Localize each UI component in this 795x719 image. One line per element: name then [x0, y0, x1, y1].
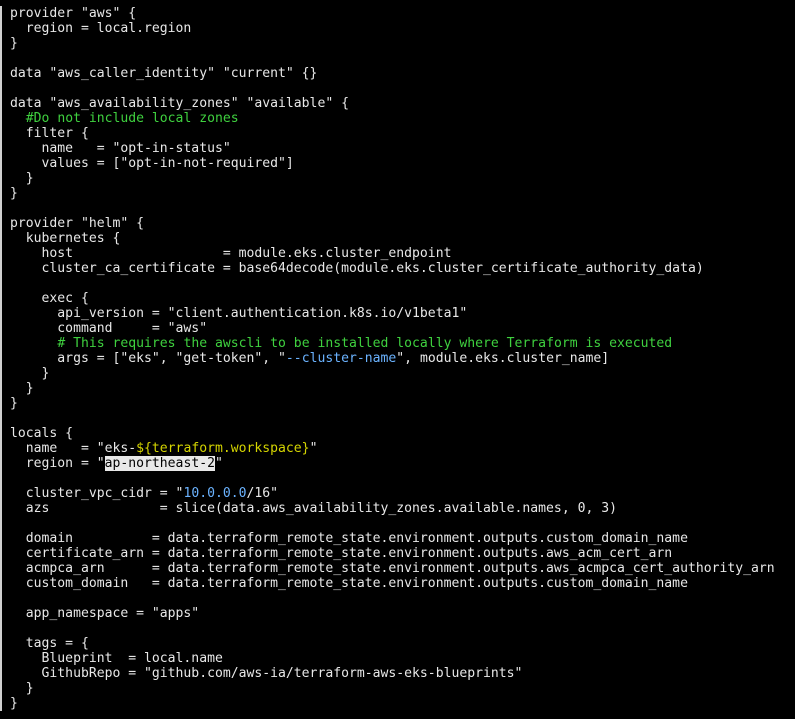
code-line[interactable]	[10, 81, 775, 96]
code-line[interactable]: domain = data.terraform_remote_state.env…	[10, 531, 775, 546]
code-token: values = ["opt-in-not-required"]	[10, 156, 294, 171]
code-token: locals {	[10, 426, 74, 441]
code-line[interactable]: name = "eks-${terraform.workspace}"	[10, 441, 775, 456]
code-token: api_version = "client.authentication.k8s…	[10, 306, 468, 321]
code-line[interactable]	[10, 516, 775, 531]
code-token-interp: ${terraform.workspace}	[136, 441, 310, 456]
code-line[interactable]	[10, 201, 775, 216]
code-line[interactable]: host = module.eks.cluster_endpoint	[10, 246, 775, 261]
code-token: Blueprint = local.name	[10, 651, 223, 666]
code-token: region = local.region	[10, 21, 192, 36]
code-token: data "aws_caller_identity" "current" {}	[10, 66, 318, 81]
code-line[interactable]: region = local.region	[10, 21, 775, 36]
code-token: azs = slice(data.aws_availability_zones.…	[10, 501, 617, 516]
code-token: }	[10, 366, 50, 381]
code-token-flag: --cluster-name	[285, 351, 397, 366]
code-line[interactable]: }	[10, 36, 775, 51]
code-token-comment: #Do not include local zones	[25, 111, 239, 126]
code-line[interactable]: }	[10, 171, 775, 186]
code-token: tags = {	[10, 636, 89, 651]
code-line[interactable]: }	[10, 381, 775, 396]
code-line[interactable]: filter {	[10, 126, 775, 141]
code-token: provider "helm" {	[10, 216, 145, 231]
code-line[interactable]: data "aws_caller_identity" "current" {}	[10, 66, 775, 81]
code-token: certificate_arn = data.terraform_remote_…	[10, 546, 673, 561]
text-cursor	[0, 6, 2, 711]
code-token: }	[10, 171, 34, 186]
code-token-selected: ap-northeast-2	[104, 456, 215, 471]
code-line[interactable]: }	[10, 696, 775, 711]
code-token: GithubRepo = "github.com/aws-ia/terrafor…	[10, 666, 523, 681]
code-token: "	[309, 441, 318, 456]
code-token: data "aws_availability_zones" "available…	[10, 96, 349, 111]
code-token: }	[10, 696, 18, 711]
code-line[interactable]	[10, 621, 775, 636]
code-token: kubernetes {	[10, 231, 121, 246]
code-token: }	[10, 36, 18, 51]
code-line[interactable]: app_namespace = "apps"	[10, 606, 775, 621]
code-line[interactable]: }	[10, 366, 775, 381]
code-token: cluster_ca_certificate = base64decode(mo…	[10, 261, 704, 276]
code-token: args = ["eks", "get-token", "	[10, 351, 286, 366]
code-line[interactable]: acmpca_arn = data.terraform_remote_state…	[10, 561, 775, 576]
code-line[interactable]: values = ["opt-in-not-required"]	[10, 156, 775, 171]
code-line[interactable]: GithubRepo = "github.com/aws-ia/terrafor…	[10, 666, 775, 681]
code-token: ", module.eks.cluster_name]	[396, 351, 610, 366]
code-line[interactable]: cluster_vpc_cidr = "10.0.0.0/16"	[10, 486, 775, 501]
code-editor[interactable]: provider "aws" { region = local.region} d…	[0, 0, 795, 719]
code-token: region = "	[10, 456, 105, 471]
code-token-number: 10.0.0.0	[183, 486, 247, 501]
code-line[interactable]	[10, 591, 775, 606]
code-token: name = "eks-	[10, 441, 137, 456]
code-token: filter {	[10, 126, 89, 141]
code-line[interactable]	[10, 276, 775, 291]
code-line[interactable]	[10, 51, 775, 66]
code-line[interactable]: region = "ap-northeast-2"	[10, 456, 775, 471]
code-line[interactable]: }	[10, 396, 775, 411]
code-line[interactable]: }	[10, 681, 775, 696]
code-line[interactable]: name = "opt-in-status"	[10, 141, 775, 156]
code-token: custom_domain = data.terraform_remote_st…	[10, 576, 688, 591]
code-line[interactable]: api_version = "client.authentication.k8s…	[10, 306, 775, 321]
code-line[interactable]: certificate_arn = data.terraform_remote_…	[10, 546, 775, 561]
code-token: command = "aws"	[10, 321, 208, 336]
code-line[interactable]: custom_domain = data.terraform_remote_st…	[10, 576, 775, 591]
code-token: cluster_vpc_cidr = "	[10, 486, 184, 501]
code-line[interactable]: command = "aws"	[10, 321, 775, 336]
code-token-comment: # This requires the awscli to be install…	[57, 336, 673, 351]
code-line[interactable]: exec {	[10, 291, 775, 306]
code-line[interactable]: locals {	[10, 426, 775, 441]
code-token: }	[10, 396, 18, 411]
code-token: }	[10, 681, 34, 696]
code-token: "	[214, 456, 223, 471]
code-token: name = "opt-in-status"	[10, 141, 231, 156]
code-text-area[interactable]: provider "aws" { region = local.region} d…	[10, 6, 775, 711]
code-token: host = module.eks.cluster_endpoint	[10, 246, 452, 261]
code-line[interactable]: args = ["eks", "get-token", "--cluster-n…	[10, 351, 775, 366]
code-token: app_namespace = "apps"	[10, 606, 200, 621]
code-line[interactable]: provider "helm" {	[10, 216, 775, 231]
code-line[interactable]	[10, 471, 775, 486]
code-token: /16"	[246, 486, 279, 501]
code-token: }	[10, 381, 34, 396]
code-line[interactable]: Blueprint = local.name	[10, 651, 775, 666]
code-line[interactable]: cluster_ca_certificate = base64decode(mo…	[10, 261, 775, 276]
code-line[interactable]: }	[10, 186, 775, 201]
code-line[interactable]: provider "aws" {	[10, 6, 775, 21]
code-line[interactable]: tags = {	[10, 636, 775, 651]
code-line[interactable]: # This requires the awscli to be install…	[10, 336, 775, 351]
code-token: acmpca_arn = data.terraform_remote_state…	[10, 561, 775, 576]
code-line[interactable]: kubernetes {	[10, 231, 775, 246]
code-token: domain = data.terraform_remote_state.env…	[10, 531, 688, 546]
code-line[interactable]: #Do not include local zones	[10, 111, 775, 126]
code-token: }	[10, 186, 18, 201]
code-line[interactable]: azs = slice(data.aws_availability_zones.…	[10, 501, 775, 516]
code-token: exec {	[10, 291, 89, 306]
code-token: provider "aws" {	[10, 6, 137, 21]
code-line[interactable]: data "aws_availability_zones" "available…	[10, 96, 775, 111]
code-line[interactable]	[10, 411, 775, 426]
